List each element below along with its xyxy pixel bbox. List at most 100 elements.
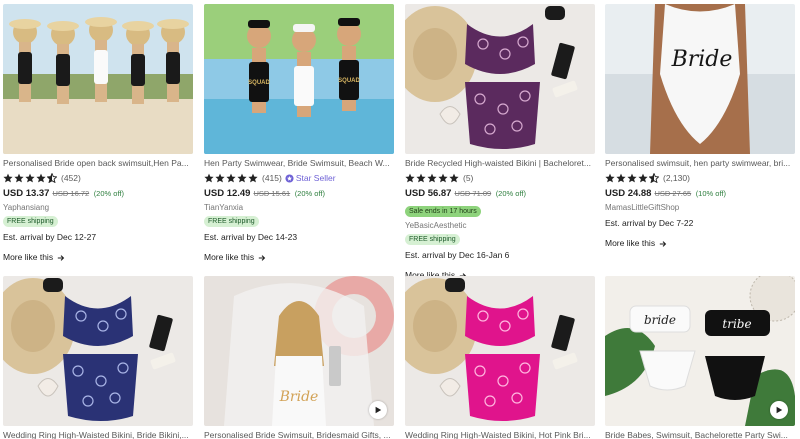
- white-bride-swimsuit-photo: Bride: [605, 4, 795, 154]
- listing-image-7[interactable]: [405, 276, 595, 426]
- star-full-icon: [237, 173, 247, 183]
- arrival-estimate: Est. arrival by Dec 12-27: [3, 232, 97, 242]
- arrow-right-icon: [57, 254, 65, 261]
- listing-card-4[interactable]: Bride Personalised swimsuit, hen party s…: [605, 4, 795, 249]
- listing-title[interactable]: Personalised Bride open back swimsuit,He…: [3, 158, 193, 169]
- more-like-this-label: More like this: [204, 252, 255, 262]
- sale-price: USD 13.37: [3, 188, 50, 199]
- discount-label: (20% off): [93, 189, 124, 198]
- rating-row: (452): [3, 172, 193, 184]
- listing-title[interactable]: Personalised Bride Swimsuit, Bridesmaid …: [204, 430, 394, 439]
- bride-tribe-bikini-photo: bride tribe: [605, 276, 795, 426]
- star-full-icon: [204, 173, 214, 183]
- play-video-button[interactable]: [770, 401, 788, 419]
- rating-row: (415) Star Seller: [204, 172, 394, 184]
- squad-print: SQUAD: [338, 78, 360, 84]
- listing-card-8[interactable]: bride tribe Bride Babes, Swimsuit, Bache…: [605, 276, 795, 439]
- listing-card-3[interactable]: Bride Recycled High-waisted Bikini | Bac…: [405, 4, 595, 281]
- original-price: USD 27.65: [654, 189, 692, 198]
- star-full-icon: [616, 173, 626, 183]
- listing-title[interactable]: Bride Babes, Swimsuit, Bachelorette Part…: [605, 430, 795, 439]
- sale-ends-badge: Sale ends in 17 hours: [405, 206, 481, 217]
- rating-count: (452): [61, 173, 81, 183]
- star-full-icon: [215, 173, 225, 183]
- listing-title[interactable]: Wedding Ring High-Waisted Bikini, Hot Pi…: [405, 430, 595, 439]
- star-full-icon: [638, 173, 648, 183]
- listing-card-6[interactable]: Bride Personalised Bride Swimsuit, Bride…: [204, 276, 394, 439]
- original-price: USD 15.61: [253, 189, 291, 198]
- listing-image-5[interactable]: [3, 276, 193, 426]
- star-half-icon: [47, 173, 57, 183]
- listing-image-1[interactable]: [3, 4, 193, 154]
- listing-card-7[interactable]: Wedding Ring High-Waisted Bikini, Hot Pi…: [405, 276, 595, 439]
- more-like-this-label: More like this: [3, 252, 54, 262]
- star-full-icon: [3, 173, 13, 183]
- listing-image-3[interactable]: [405, 4, 595, 154]
- rating-count: (2,130): [663, 173, 690, 183]
- original-price: USD 16.72: [52, 189, 90, 198]
- listing-image-8[interactable]: bride tribe: [605, 276, 795, 426]
- arrival-estimate: Est. arrival by Dec 16-Jan 6: [405, 250, 510, 260]
- star-full-icon: [438, 173, 448, 183]
- star-rating: [3, 173, 58, 183]
- listing-card-1[interactable]: Personalised Bride open back swimsuit,He…: [3, 4, 193, 263]
- rating-row: (2,130): [605, 172, 795, 184]
- star-rating: [605, 173, 660, 183]
- rating-count: (5): [463, 173, 474, 183]
- purple-bikini-photo: [405, 4, 595, 154]
- rating-row: (5): [405, 172, 595, 184]
- play-icon: [776, 406, 783, 414]
- listing-title[interactable]: Personalised swimsuit, hen party swimwea…: [605, 158, 795, 169]
- listing-card-2[interactable]: SQUAD SQUAD Hen Party Swimwear, Bride Sw…: [204, 4, 394, 263]
- star-full-icon: [449, 173, 459, 183]
- bride-squad-photo: SQUAD SQUAD: [204, 4, 394, 154]
- group-swimsuit-photo: [3, 4, 193, 154]
- listing-image-6[interactable]: Bride: [204, 276, 394, 426]
- arrow-right-icon: [659, 240, 667, 247]
- free-shipping-badge: FREE shipping: [204, 216, 259, 227]
- listing-title[interactable]: Wedding Ring High-Waisted Bikini, Bride …: [3, 430, 193, 439]
- shop-name[interactable]: YeBasicAesthetic: [405, 220, 595, 231]
- arrow-right-icon: [258, 254, 266, 261]
- play-icon: [375, 406, 382, 414]
- star-full-icon: [627, 173, 637, 183]
- pink-bikini-photo: [405, 276, 595, 426]
- shop-name[interactable]: Yaphansiang: [3, 202, 193, 213]
- arrival-estimate: Est. arrival by Dec 14-23: [204, 232, 298, 242]
- listing-card-5[interactable]: Wedding Ring High-Waisted Bikini, Bride …: [3, 276, 193, 439]
- discount-label: (10% off): [695, 189, 726, 198]
- navy-bikini-photo: [3, 276, 193, 426]
- star-rating: [405, 173, 460, 183]
- listing-title[interactable]: Bride Recycled High-waisted Bikini | Bac…: [405, 158, 595, 169]
- bride-print: Bride: [671, 47, 733, 72]
- free-shipping-badge: FREE shipping: [405, 234, 460, 245]
- more-like-this-link[interactable]: More like this: [204, 252, 394, 263]
- star-seller-label: Star Seller: [295, 173, 336, 183]
- more-like-this-link[interactable]: More like this: [3, 252, 193, 263]
- star-full-icon: [405, 173, 415, 183]
- more-like-this-link[interactable]: More like this: [605, 238, 795, 249]
- play-video-button[interactable]: [369, 401, 387, 419]
- price-row: USD 24.88 USD 27.65 (10% off): [605, 187, 795, 200]
- price-row: USD 12.49 USD 15.61 (20% off): [204, 187, 394, 200]
- star-seller-badge: Star Seller: [285, 173, 336, 183]
- listing-image-2[interactable]: SQUAD SQUAD: [204, 4, 394, 154]
- star-seller-icon: [285, 173, 294, 183]
- sale-price: USD 56.87: [405, 188, 452, 199]
- discount-label: (20% off): [495, 189, 526, 198]
- star-full-icon: [427, 173, 437, 183]
- rating-count: (415): [262, 173, 282, 183]
- listing-image-4[interactable]: Bride: [605, 4, 795, 154]
- shop-name[interactable]: MamasLittleGiftShop: [605, 202, 795, 213]
- star-half-icon: [649, 173, 659, 183]
- listing-title[interactable]: Hen Party Swimwear, Bride Swimsuit, Beac…: [204, 158, 394, 169]
- star-full-icon: [226, 173, 236, 183]
- bride-print: Bride: [279, 389, 319, 405]
- star-rating: [204, 173, 259, 183]
- star-full-icon: [25, 173, 35, 183]
- bride-squad-print: SQUAD: [248, 80, 270, 86]
- sale-price: USD 12.49: [204, 188, 251, 199]
- discount-label: (20% off): [294, 189, 325, 198]
- more-like-this-label: More like this: [605, 238, 656, 248]
- shop-name[interactable]: TianYanxia: [204, 202, 394, 213]
